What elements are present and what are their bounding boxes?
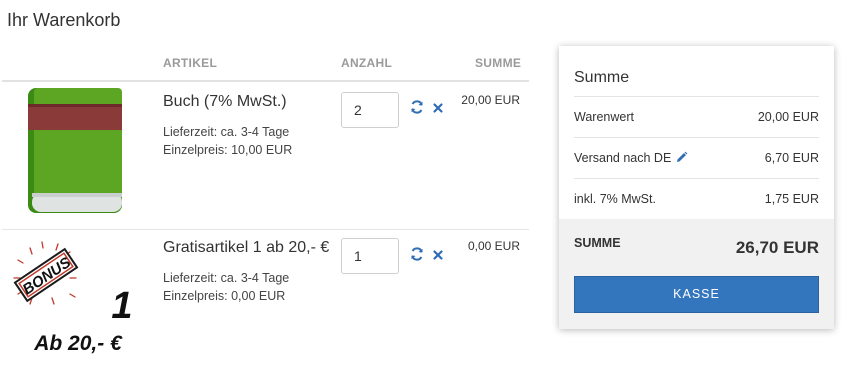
quantity-input[interactable] <box>341 92 399 128</box>
summary-divider <box>574 137 819 138</box>
summary-value: 6,70 EUR <box>764 151 819 165</box>
cart-item-bonus: BONUS 1 Ab 20,- € Gratisartikel 1 ab 20,… <box>0 230 530 370</box>
item-name[interactable]: Gratisartikel 1 ab 20,- € <box>163 239 329 257</box>
product-image-book[interactable] <box>10 88 140 218</box>
summary-label: Warenwert <box>574 110 634 124</box>
summary-title: Summe <box>574 69 630 86</box>
bonus-caption: Ab 20,- € <box>33 332 123 355</box>
summary-divider <box>574 96 819 97</box>
summary-label: inkl. 7% MwSt. <box>574 192 656 206</box>
page-title: Ihr Warenkorb <box>7 10 121 30</box>
column-header-sum: SUMME <box>475 56 522 70</box>
refresh-icon[interactable] <box>410 247 424 261</box>
remove-icon[interactable] <box>432 101 444 113</box>
column-header-article: ARTIKEL <box>163 56 218 70</box>
line-total: 20,00 EUR <box>461 93 520 107</box>
bonus-badge-icon: BONUS 1 Ab 20,- € <box>10 238 140 366</box>
green-book-icon <box>10 88 140 218</box>
quantity-input[interactable] <box>341 238 399 274</box>
checkout-button[interactable]: KASSE <box>574 276 819 313</box>
refresh-icon[interactable] <box>410 100 424 114</box>
delivery-time: Lieferzeit: ca. 3-4 Tage <box>163 125 290 139</box>
column-header-quantity: ANZAHL <box>341 56 393 70</box>
order-summary-panel: Summe Warenwert 20,00 EUR Versand nach D… <box>559 46 834 329</box>
summary-divider <box>574 178 819 179</box>
cart-item-book: Buch (7% MwSt.) Lieferzeit: ca. 3-4 Tage… <box>0 82 530 229</box>
total-label: SUMME <box>574 236 621 250</box>
product-image-bonus[interactable]: BONUS 1 Ab 20,- € <box>10 238 140 366</box>
remove-icon[interactable] <box>432 248 444 260</box>
item-name[interactable]: Buch (7% MwSt.) <box>163 93 287 111</box>
total-value: 26,70 EUR <box>735 238 819 257</box>
pencil-icon[interactable] <box>675 151 688 164</box>
summary-value: 1,75 EUR <box>764 192 819 206</box>
unit-price: Einzelpreis: 0,00 EUR <box>163 289 286 303</box>
bonus-number: 1 <box>111 285 132 327</box>
unit-price: Einzelpreis: 10,00 EUR <box>163 143 293 157</box>
summary-value: 20,00 EUR <box>757 110 819 124</box>
summary-label: Versand nach DE <box>574 151 672 165</box>
delivery-time: Lieferzeit: ca. 3-4 Tage <box>163 271 290 285</box>
summary-total-box: SUMME 26,70 EUR KASSE <box>559 219 834 329</box>
line-total: 0,00 EUR <box>467 239 520 253</box>
